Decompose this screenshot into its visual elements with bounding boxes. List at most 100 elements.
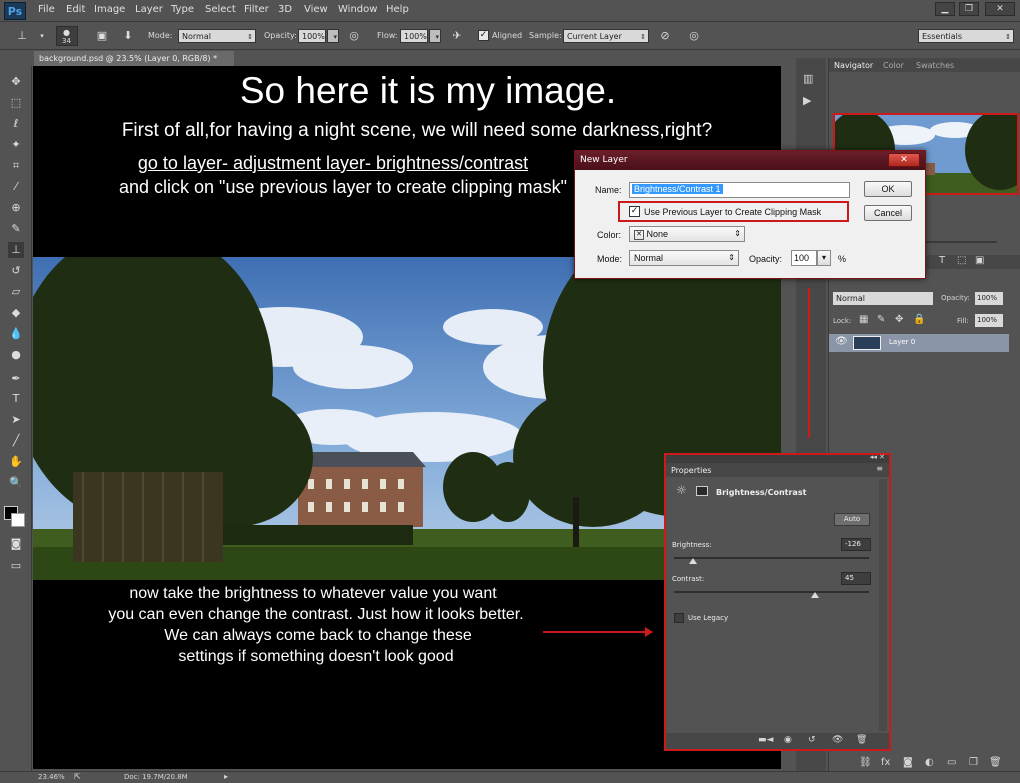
contrast-input[interactable]: 45 (841, 572, 871, 585)
properties-scrollbar[interactable] (879, 479, 887, 731)
opacity-input[interactable]: 100% (298, 29, 326, 43)
background-color-swatch[interactable] (11, 513, 25, 527)
group-icon[interactable]: ▭ (947, 757, 956, 768)
fx-icon[interactable]: fx (881, 757, 890, 768)
tab-swatches[interactable]: Swatches (916, 61, 954, 70)
lock-transparent-icon[interactable]: ▦ (859, 314, 868, 325)
lock-position-icon[interactable]: ✥ (895, 314, 903, 325)
filter-type-icon[interactable]: T (939, 255, 945, 266)
view-previous-icon[interactable]: ◉ (784, 735, 792, 745)
healing-brush-icon[interactable]: ⊕ (8, 200, 24, 216)
lasso-tool-icon[interactable]: ℓ (8, 116, 24, 132)
layer-row[interactable]: 👁 Layer 0 (829, 334, 1009, 352)
lock-pixels-icon[interactable]: ✎ (877, 314, 885, 325)
clone-stamp-tool-icon[interactable]: ⊥ (8, 242, 24, 258)
type-tool-icon[interactable]: T (8, 391, 24, 407)
menu-select[interactable]: Select (205, 4, 236, 15)
eraser-icon[interactable]: ▱ (8, 284, 24, 300)
name-input[interactable]: Brightness/Contrast 1 (629, 182, 850, 198)
menu-3d[interactable]: 3D (278, 4, 292, 15)
brightness-slider[interactable] (674, 557, 869, 559)
aligned-checkbox[interactable]: ✓ (478, 30, 489, 41)
layer-mask-icon[interactable] (696, 486, 708, 496)
clip-to-layer-icon[interactable]: ▬◄ (758, 735, 773, 745)
brightness-slider-thumb[interactable] (689, 558, 697, 564)
move-tool-icon[interactable]: ✥ (8, 74, 24, 90)
play-icon[interactable]: ▸ (224, 772, 228, 781)
dialog-mode-select[interactable]: Normal ⇕ (629, 250, 739, 266)
dodge-tool-icon[interactable]: ● (8, 347, 24, 363)
menu-layer[interactable]: Layer (135, 4, 163, 15)
trash-icon[interactable]: 🗑 (989, 757, 1002, 768)
collapse-icon[interactable]: ◂◂ ✕ (870, 453, 885, 461)
trash-icon[interactable]: 🗑 (856, 735, 867, 745)
menu-image[interactable]: Image (94, 4, 125, 15)
brush-tool-icon[interactable]: ✎ (8, 221, 24, 237)
restore-icon[interactable]: ❐ (959, 2, 979, 16)
opacity-dropdown[interactable]: ▾ (817, 250, 831, 266)
actions-panel-icon[interactable]: ▶ (803, 94, 811, 107)
crop-tool-icon[interactable]: ⌗ (8, 158, 24, 174)
magic-wand-icon[interactable]: ✦ (8, 137, 24, 153)
mask-icon[interactable]: ◙ (903, 757, 913, 768)
dialog-close-icon[interactable]: ✕ (888, 153, 920, 167)
zoom-tool-icon[interactable]: 🔍 (8, 475, 24, 491)
document-tab[interactable]: background.psd @ 23.5% (Layer 0, RGB/8) … (34, 51, 234, 66)
dialog-opacity-input[interactable]: 100 (791, 250, 817, 266)
filter-shape-icon[interactable]: ⬚ (957, 255, 966, 266)
visibility-eye-icon[interactable]: 👁 (835, 336, 848, 347)
contrast-slider-thumb[interactable] (811, 592, 819, 598)
link-icon[interactable]: ⛓ (859, 757, 872, 768)
screen-mode-icon[interactable]: ▭ (8, 558, 24, 574)
paint-bucket-icon[interactable]: ◆ (8, 305, 24, 321)
filter-smart-icon[interactable]: ▣ (975, 255, 984, 266)
tab-navigator[interactable]: Navigator (834, 61, 873, 70)
history-panel-icon[interactable]: ▥ (803, 72, 813, 85)
layer-opacity-input[interactable]: 100% (975, 292, 1003, 305)
clipping-mask-checkbox[interactable]: ✓ (629, 206, 640, 217)
path-selection-icon[interactable]: ➤ (8, 412, 24, 428)
clone-stamp-icon[interactable]: ⊥ (14, 28, 30, 44)
minimize-icon[interactable]: ▁ (935, 2, 955, 16)
brush-preset-picker[interactable]: ● 34 (56, 26, 78, 46)
pressure-size-icon[interactable]: ◎ (686, 28, 702, 44)
reset-icon[interactable]: ↺ (808, 735, 816, 745)
chevron-down-icon[interactable]: ▾ (34, 28, 50, 44)
zoom-level[interactable]: 23.46% (38, 773, 65, 781)
export-icon[interactable]: ⇱ (74, 772, 81, 781)
menu-file[interactable]: File (38, 4, 55, 15)
ignore-adjustment-icon[interactable]: ⊘ (657, 28, 673, 44)
flow-dropdown[interactable]: ▾ (429, 29, 441, 43)
hand-tool-icon[interactable]: ✋ (8, 454, 24, 470)
marquee-tool-icon[interactable]: ⬚ (8, 95, 24, 111)
use-legacy-checkbox[interactable] (674, 613, 684, 623)
pen-tool-icon[interactable]: ✒ (8, 371, 24, 387)
clone-source-icon[interactable]: ⬇ (120, 28, 136, 44)
new-layer-icon[interactable]: ❐ (969, 757, 978, 768)
menu-help[interactable]: Help (386, 4, 409, 15)
close-icon[interactable]: ✕ (985, 2, 1015, 16)
menu-edit[interactable]: Edit (66, 4, 85, 15)
ok-button[interactable]: OK (864, 181, 912, 197)
auto-button[interactable]: Auto (834, 513, 870, 526)
blur-tool-icon[interactable]: 💧 (8, 326, 24, 342)
tab-properties[interactable]: Properties (671, 466, 711, 475)
line-tool-icon[interactable]: ╱ (8, 433, 24, 449)
brightness-input[interactable]: -126 (841, 538, 871, 551)
flow-input[interactable]: 100% (400, 29, 428, 43)
adjustment-icon[interactable]: ◐ (925, 757, 934, 768)
opacity-dropdown[interactable]: ▾ (327, 29, 339, 43)
quick-mask-icon[interactable]: ◙ (8, 536, 24, 552)
mode-select[interactable]: Normal ⇕ (178, 29, 256, 43)
color-select[interactable]: ✕ None ⇕ (629, 226, 745, 242)
history-brush-icon[interactable]: ↺ (8, 263, 24, 279)
panel-menu-icon[interactable]: ≡ (876, 464, 883, 473)
brush-panel-icon[interactable]: ▣ (94, 28, 110, 44)
panel-grip[interactable]: ◂◂ ✕ (666, 453, 889, 463)
menu-type[interactable]: Type (171, 4, 194, 15)
menu-filter[interactable]: Filter (244, 4, 269, 15)
tab-color[interactable]: Color (883, 61, 904, 70)
airbrush-icon[interactable]: ✈ (449, 28, 465, 44)
fill-input[interactable]: 100% (975, 314, 1003, 327)
blend-mode-select[interactable]: Normal (833, 292, 933, 305)
